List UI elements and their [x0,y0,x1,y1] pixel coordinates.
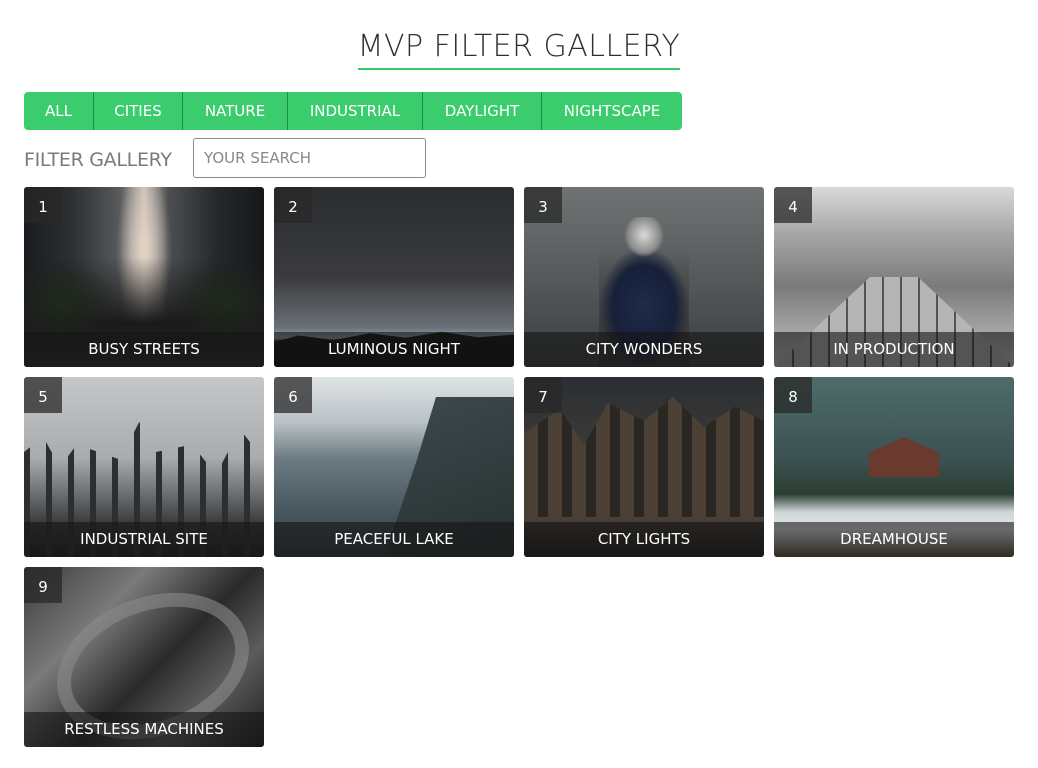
card-caption: BUSY STREETS [24,332,264,367]
filter-nature-button[interactable]: NATURE [183,92,288,130]
card-number-badge: 4 [774,187,812,223]
gallery-card[interactable]: 7 CITY LIGHTS [524,377,764,557]
gallery-card[interactable]: 2 LUMINOUS NIGHT [274,187,514,367]
card-number-badge: 6 [274,377,312,413]
gallery-card[interactable]: 8 DREAMHOUSE [774,377,1014,557]
filter-cities-button[interactable]: CITIES [94,92,183,130]
card-number-badge: 3 [524,187,562,223]
search-label: FILTER GALLERY [24,149,172,171]
card-number-badge: 7 [524,377,562,413]
filter-button-group: ALL CITIES NATURE INDUSTRIAL DAYLIGHT NI… [24,92,682,130]
card-caption: DREAMHOUSE [774,522,1014,557]
gallery-card[interactable]: 6 PEACEFUL LAKE [274,377,514,557]
gallery-card[interactable]: 5 INDUSTRIAL SITE [24,377,264,557]
card-caption: CITY WONDERS [524,332,764,367]
gallery-card[interactable]: 1 BUSY STREETS [24,187,264,367]
card-caption: IN PRODUCTION [774,332,1014,367]
gallery-card[interactable]: 4 IN PRODUCTION [774,187,1014,367]
filter-daylight-button[interactable]: DAYLIGHT [423,92,542,130]
card-caption: LUMINOUS NIGHT [274,332,514,367]
card-caption: RESTLESS MACHINES [24,712,264,747]
card-number-badge: 8 [774,377,812,413]
gallery-card[interactable]: 9 RESTLESS MACHINES [24,567,264,747]
card-number-badge: 9 [24,567,62,603]
card-number-badge: 1 [24,187,62,223]
search-input[interactable] [193,138,426,178]
filter-nightscape-button[interactable]: NIGHTSCAPE [542,92,682,130]
filter-all-button[interactable]: ALL [24,92,94,130]
filter-industrial-button[interactable]: INDUSTRIAL [288,92,423,130]
page-title: MVP FILTER GALLERY [357,28,681,70]
card-number-badge: 2 [274,187,312,223]
card-caption: INDUSTRIAL SITE [24,522,264,557]
gallery-card[interactable]: 3 CITY WONDERS [524,187,764,367]
card-number-badge: 5 [24,377,62,413]
page-header: MVP FILTER GALLERY [0,28,1038,70]
card-caption: PEACEFUL LAKE [274,522,514,557]
card-caption: CITY LIGHTS [524,522,764,557]
